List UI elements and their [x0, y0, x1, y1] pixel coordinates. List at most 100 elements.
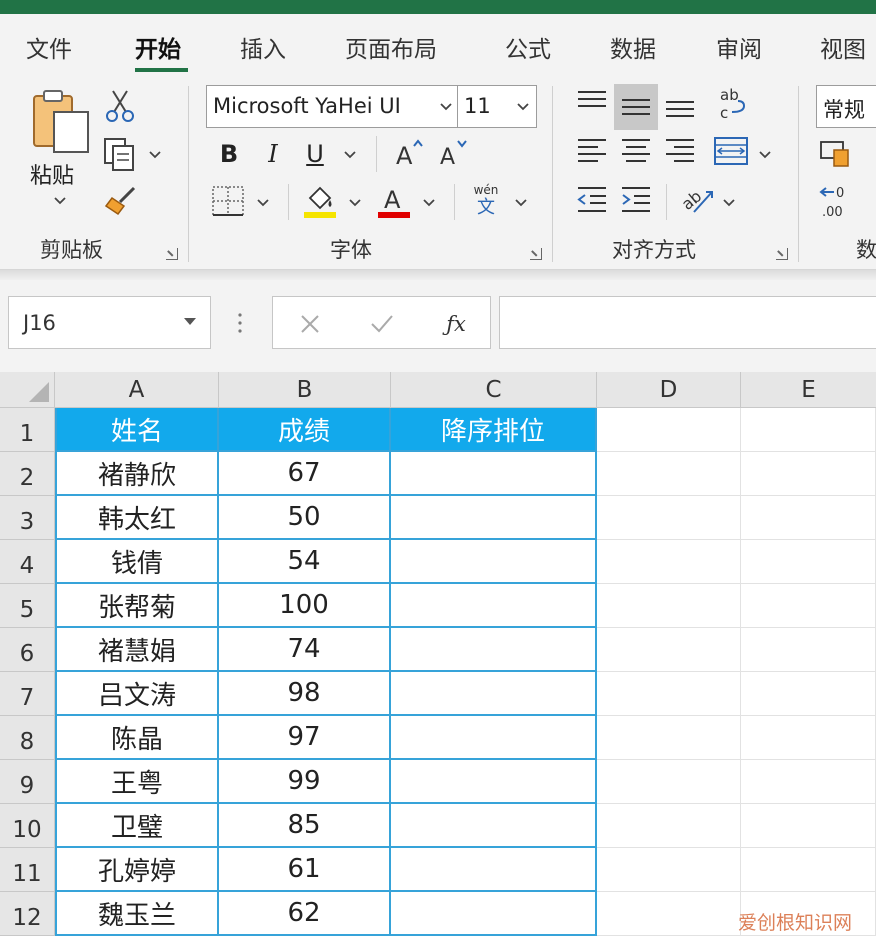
- chevron-down-icon[interactable]: [256, 198, 270, 208]
- chevron-down-icon[interactable]: [514, 198, 528, 208]
- row-header[interactable]: 3: [0, 496, 55, 540]
- empty-cell[interactable]: [597, 496, 741, 540]
- chevron-down-icon[interactable]: [148, 150, 162, 160]
- number-format-select[interactable]: 常规: [816, 85, 876, 128]
- name-cell[interactable]: 吕文涛: [55, 672, 219, 716]
- table-header-cell[interactable]: 降序排位: [391, 408, 597, 452]
- font-color-icon[interactable]: A: [376, 182, 412, 220]
- score-cell[interactable]: 74: [219, 628, 391, 672]
- name-cell[interactable]: 孔婷婷: [55, 848, 219, 892]
- empty-cell[interactable]: [741, 804, 876, 848]
- increase-decimal-icon[interactable]: 0.00: [818, 182, 858, 220]
- empty-cell[interactable]: [597, 672, 741, 716]
- wrap-text-icon[interactable]: ab c: [714, 84, 754, 124]
- decrease-font-size-icon[interactable]: A: [438, 136, 472, 170]
- empty-cell[interactable]: [391, 584, 597, 628]
- empty-cell[interactable]: [391, 804, 597, 848]
- empty-cell[interactable]: [597, 760, 741, 804]
- row-header[interactable]: 10: [0, 804, 55, 848]
- column-header-e[interactable]: E: [741, 372, 876, 408]
- empty-cell[interactable]: [597, 716, 741, 760]
- empty-cell[interactable]: [597, 452, 741, 496]
- empty-cell[interactable]: [391, 628, 597, 672]
- increase-indent-icon[interactable]: [618, 182, 654, 216]
- empty-cell[interactable]: [597, 848, 741, 892]
- empty-cell[interactable]: [741, 848, 876, 892]
- name-cell[interactable]: 魏玉兰: [55, 892, 219, 936]
- column-header-d[interactable]: D: [597, 372, 741, 408]
- chevron-down-icon[interactable]: [348, 198, 362, 208]
- select-all-corner[interactable]: [0, 372, 55, 408]
- row-header[interactable]: 12: [0, 892, 55, 936]
- cut-icon[interactable]: [104, 88, 136, 124]
- align-bottom-icon[interactable]: [662, 86, 698, 122]
- borders-icon[interactable]: [210, 184, 246, 218]
- empty-cell[interactable]: [391, 496, 597, 540]
- tab-review[interactable]: 审阅: [716, 30, 762, 64]
- align-top-icon[interactable]: [574, 86, 610, 120]
- empty-cell[interactable]: [597, 540, 741, 584]
- tab-view[interactable]: 视图: [820, 30, 866, 64]
- empty-cell[interactable]: [597, 584, 741, 628]
- decrease-indent-icon[interactable]: [574, 182, 610, 216]
- chevron-down-icon[interactable]: [722, 198, 736, 208]
- tab-home[interactable]: 开始: [135, 30, 181, 64]
- copy-icon[interactable]: [102, 136, 138, 172]
- name-cell[interactable]: 褚慧娟: [55, 628, 219, 672]
- empty-cell[interactable]: [391, 892, 597, 936]
- empty-cell[interactable]: [597, 892, 741, 936]
- grip-dots-icon[interactable]: [232, 308, 248, 338]
- empty-cell[interactable]: [741, 760, 876, 804]
- empty-cell[interactable]: [741, 452, 876, 496]
- accounting-format-icon[interactable]: [818, 136, 858, 170]
- empty-cell[interactable]: [597, 804, 741, 848]
- bold-icon[interactable]: B: [214, 138, 244, 170]
- align-center-icon[interactable]: [618, 134, 654, 168]
- merge-center-icon[interactable]: [712, 134, 752, 168]
- tab-file[interactable]: 文件: [26, 30, 72, 64]
- score-cell[interactable]: 85: [219, 804, 391, 848]
- tab-data[interactable]: 数据: [610, 30, 656, 64]
- empty-cell[interactable]: [391, 540, 597, 584]
- empty-cell[interactable]: [741, 408, 876, 452]
- row-header[interactable]: 1: [0, 408, 55, 452]
- empty-cell[interactable]: [741, 540, 876, 584]
- score-cell[interactable]: 100: [219, 584, 391, 628]
- underline-icon[interactable]: U: [300, 138, 330, 170]
- paste-button-label[interactable]: 粘贴: [30, 158, 74, 190]
- chevron-down-icon[interactable]: [422, 198, 436, 208]
- empty-cell[interactable]: [741, 628, 876, 672]
- alignment-dialog-launcher-icon[interactable]: [776, 248, 788, 260]
- chevron-down-icon[interactable]: [343, 150, 357, 160]
- score-cell[interactable]: 97: [219, 716, 391, 760]
- empty-cell[interactable]: [391, 452, 597, 496]
- fill-color-icon[interactable]: [302, 182, 338, 220]
- increase-font-size-icon[interactable]: A: [394, 136, 428, 170]
- name-cell[interactable]: 卫璧: [55, 804, 219, 848]
- empty-cell[interactable]: [391, 716, 597, 760]
- name-cell[interactable]: 陈晶: [55, 716, 219, 760]
- empty-cell[interactable]: [741, 716, 876, 760]
- phonetic-guide-icon[interactable]: wén 文: [466, 180, 506, 222]
- enter-check-icon[interactable]: [367, 309, 397, 339]
- empty-cell[interactable]: [597, 408, 741, 452]
- paste-icon[interactable]: [30, 88, 92, 156]
- orientation-icon[interactable]: ab: [680, 180, 718, 218]
- name-box[interactable]: J16: [8, 296, 211, 349]
- empty-cell[interactable]: [391, 848, 597, 892]
- name-cell[interactable]: 褚静欣: [55, 452, 219, 496]
- score-cell[interactable]: 62: [219, 892, 391, 936]
- empty-cell[interactable]: [391, 672, 597, 716]
- score-cell[interactable]: 99: [219, 760, 391, 804]
- row-header[interactable]: 4: [0, 540, 55, 584]
- italic-icon[interactable]: I: [258, 138, 288, 170]
- empty-cell[interactable]: [391, 760, 597, 804]
- align-right-icon[interactable]: [662, 134, 698, 168]
- align-middle-icon[interactable]: [614, 84, 658, 130]
- empty-cell[interactable]: [597, 628, 741, 672]
- cancel-icon[interactable]: [295, 309, 325, 339]
- column-header-c[interactable]: C: [391, 372, 597, 408]
- name-cell[interactable]: 钱倩: [55, 540, 219, 584]
- empty-cell[interactable]: [741, 584, 876, 628]
- column-header-a[interactable]: A: [55, 372, 219, 408]
